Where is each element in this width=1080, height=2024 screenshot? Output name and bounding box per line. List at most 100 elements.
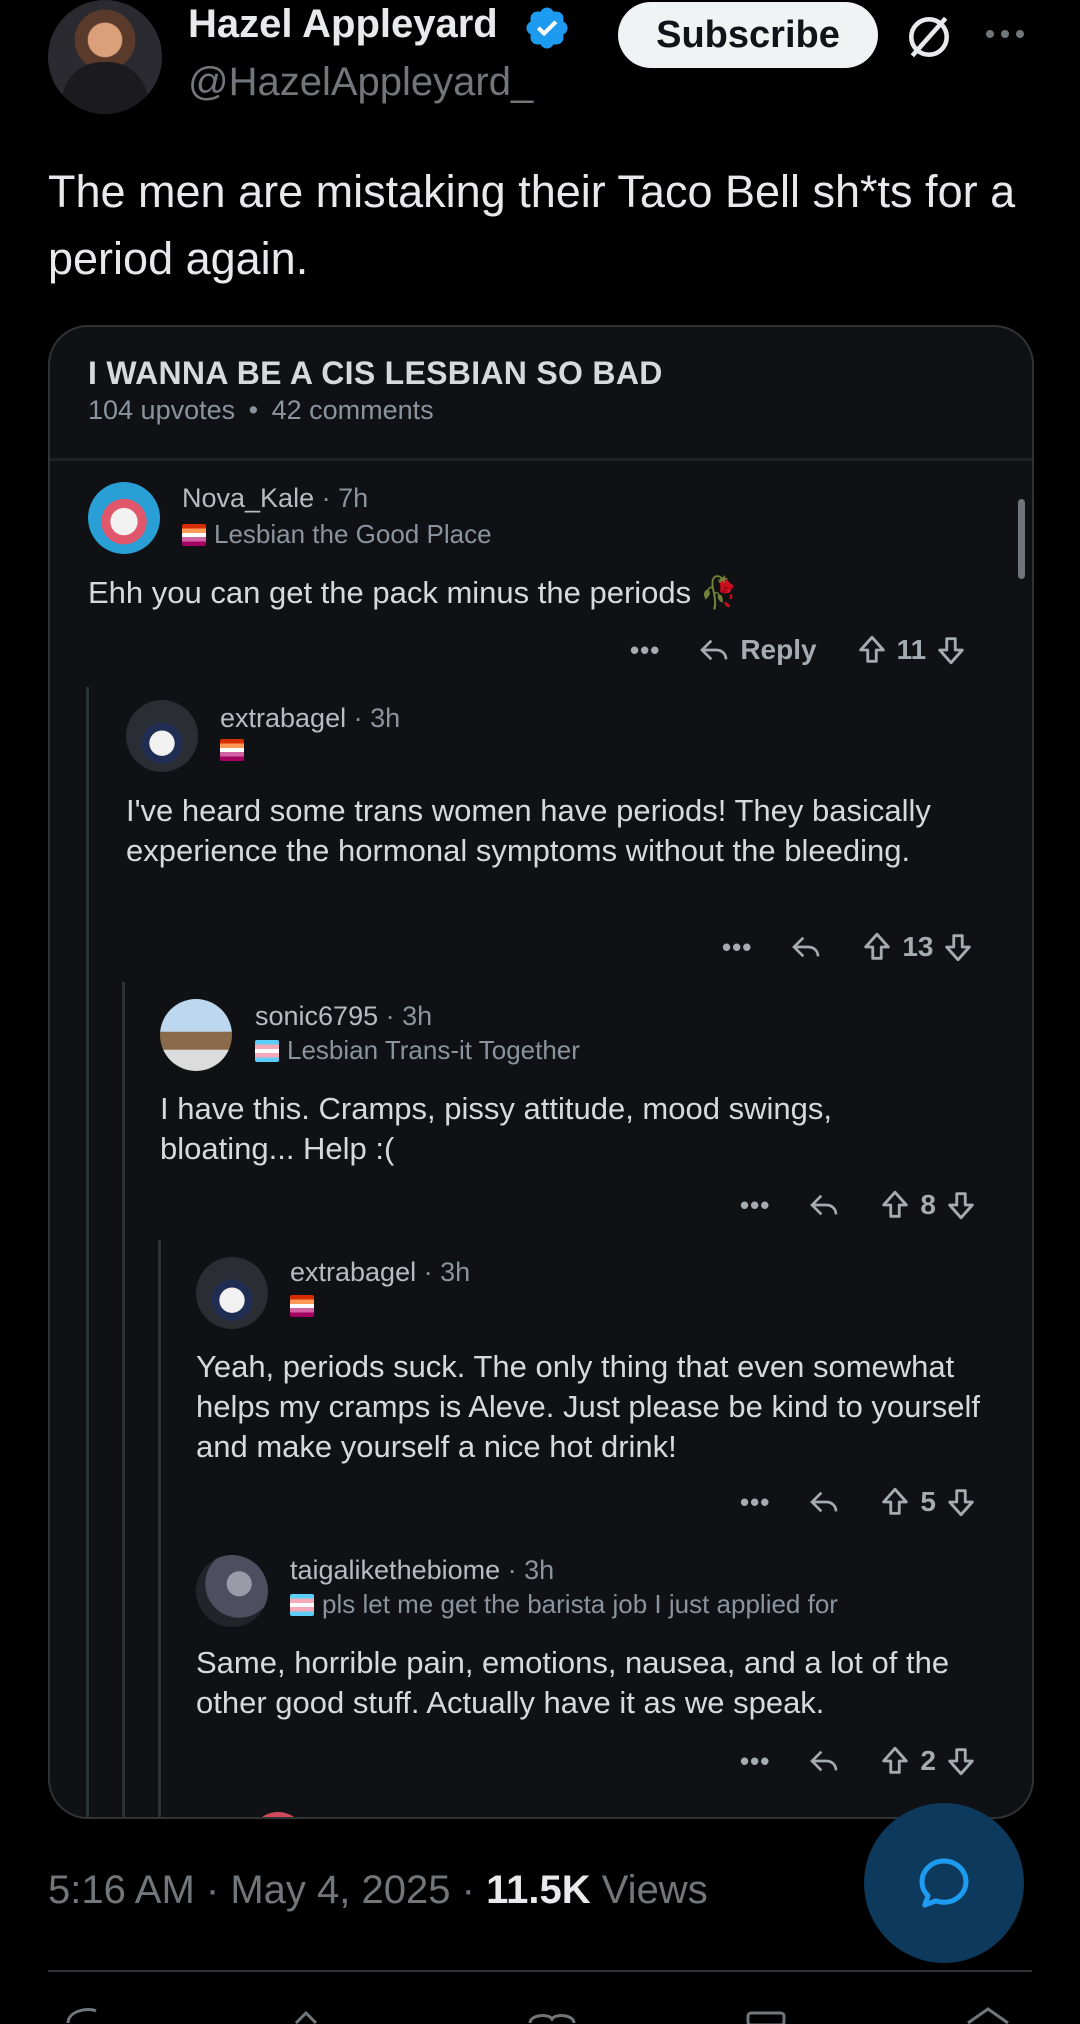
comment-body: I've heard some trans women have periods…	[126, 793, 931, 868]
lesbian-flag-icon	[220, 739, 244, 761]
commenter-avatar[interactable]	[88, 482, 160, 554]
user-flair: pls let me get the barista job I just ap…	[290, 1589, 838, 1620]
comment-actions: ••• Reply 11	[630, 630, 1010, 670]
comment-actions: ••• 5	[740, 1482, 1030, 1522]
more-options-icon[interactable]: •••	[740, 1487, 770, 1518]
subscribe-button[interactable]: Subscribe	[618, 2, 878, 68]
tweet-timestamp: 5:16 AM · May 4, 2025 · 11.5K Views	[48, 1868, 708, 1913]
downvote-icon[interactable]	[941, 930, 975, 964]
comment-username[interactable]: sonic6795	[255, 1001, 378, 1031]
views-label: Views	[601, 1868, 708, 1912]
commenter-avatar[interactable]	[196, 1257, 268, 1329]
reply-icon[interactable]	[806, 1189, 842, 1221]
user-flair: Lesbian the Good Place	[182, 519, 492, 550]
trans-flag-icon	[255, 1039, 279, 1062]
upvote-count: 104 upvotes	[88, 395, 236, 425]
comment-body: Same, horrible pain, emotions, nausea, a…	[196, 1645, 950, 1720]
user-flair	[290, 1295, 322, 1317]
author-avatar[interactable]	[48, 0, 162, 114]
comment-body: Ehh you can get the pack minus the perio…	[88, 575, 739, 610]
flair-text: Lesbian the Good Place	[214, 519, 492, 549]
reply-icon[interactable]	[788, 931, 824, 963]
lesbian-flag-icon	[182, 523, 206, 546]
comment-time: 3h	[370, 703, 401, 733]
vote-count: 13	[902, 931, 934, 962]
grok-icon[interactable]	[904, 12, 954, 62]
comment-count: 42 comments	[271, 395, 434, 425]
comment-username-line: extrabagel · 3h	[220, 703, 401, 733]
like-icon[interactable]	[528, 2014, 576, 2024]
vote-count: 11	[896, 634, 927, 665]
repost-icon[interactable]	[294, 2010, 318, 2024]
author-display-name[interactable]: Hazel Appleyard	[188, 2, 498, 47]
commenter-avatar[interactable]	[126, 700, 198, 772]
lesbian-flag-icon	[290, 1295, 314, 1317]
comment-time: 7h	[338, 483, 369, 513]
tweet-time[interactable]: 5:16 AM	[48, 1868, 195, 1912]
thread-line[interactable]	[122, 982, 125, 1817]
views-count: 11.5K	[486, 1868, 591, 1912]
thread-line[interactable]	[86, 687, 89, 1817]
upvote-icon[interactable]	[860, 930, 894, 964]
comment-username-line: Nova_Kale · 7h	[182, 483, 369, 513]
scrollbar[interactable]	[1018, 499, 1025, 579]
downvote-icon[interactable]	[944, 1744, 978, 1778]
comment-body: I have this. Cramps, pissy attitude, moo…	[160, 1091, 832, 1166]
tweet-date[interactable]: May 4, 2025	[230, 1868, 450, 1912]
upvote-icon[interactable]	[878, 1485, 912, 1519]
comment-body: Yeah, periods suck. The only thing that …	[196, 1349, 980, 1464]
comment-actions: ••• 8	[740, 1185, 1030, 1225]
reply-fab-button[interactable]	[864, 1803, 1024, 1963]
comment-time: 3h	[440, 1257, 471, 1287]
more-options-icon[interactable]	[980, 14, 1030, 54]
user-flair	[220, 739, 252, 761]
divider	[50, 458, 1032, 461]
more-options-icon[interactable]: •••	[740, 1190, 770, 1221]
comment-username-line: taigalikethebiome · 3h	[290, 1555, 555, 1585]
more-options-icon[interactable]: •••	[740, 1746, 770, 1777]
thread-line[interactable]	[158, 1240, 161, 1817]
reply-icon[interactable]	[696, 634, 732, 666]
author-handle[interactable]: @HazelAppleyard_	[188, 60, 533, 105]
comment-actions: ••• 2	[740, 1741, 1030, 1781]
vote-count: 8	[920, 1189, 936, 1220]
more-options-icon[interactable]: •••	[630, 635, 660, 666]
reply-button[interactable]: Reply	[740, 634, 816, 666]
reply-icon[interactable]	[806, 1486, 842, 1518]
trans-flag-icon	[290, 1593, 314, 1616]
vote-count: 5	[920, 1486, 936, 1517]
upvote-icon[interactable]	[878, 1744, 912, 1778]
downvote-icon[interactable]	[944, 1485, 978, 1519]
post-meta: 104 upvotes • 42 comments	[88, 395, 434, 426]
upvote-icon[interactable]	[855, 633, 889, 667]
commenter-avatar[interactable]	[160, 999, 232, 1071]
meta-separator: •	[248, 395, 259, 425]
comment-username-line: sonic6795 · 3h	[255, 1001, 433, 1031]
comment-actions: ••• 13	[722, 927, 1022, 967]
commenter-avatar[interactable]	[196, 1555, 268, 1627]
divider	[48, 1970, 1032, 1972]
action-bar	[48, 2005, 1032, 2024]
commenter-avatar[interactable]	[250, 1812, 306, 1817]
tweet-text: The men are mistaking their Taco Bell sh…	[48, 166, 1016, 284]
share-icon[interactable]	[967, 2007, 1009, 2024]
chat-bubble-icon	[919, 1858, 969, 1908]
comment-username[interactable]: extrabagel	[290, 1257, 416, 1287]
downvote-icon[interactable]	[934, 633, 968, 667]
comment-username[interactable]: extrabagel	[220, 703, 346, 733]
upvote-icon[interactable]	[878, 1188, 912, 1222]
comment-username[interactable]: taigalikethebiome	[290, 1555, 500, 1585]
more-options-icon[interactable]: •••	[722, 932, 752, 963]
comment-time: 3h	[524, 1555, 555, 1585]
comment-time: 3h	[402, 1001, 433, 1031]
reply-icon[interactable]	[806, 1745, 842, 1777]
embedded-reddit-screenshot[interactable]: I WANNA BE A CIS LESBIAN SO BAD 104 upvo…	[48, 325, 1034, 1819]
bookmark-icon[interactable]	[746, 2011, 786, 2024]
user-flair: Lesbian Trans-it Together	[255, 1035, 580, 1066]
downvote-icon[interactable]	[944, 1188, 978, 1222]
comment-username[interactable]: Nova_Kale	[182, 483, 314, 513]
flair-text: pls let me get the barista job I just ap…	[322, 1589, 838, 1619]
separator: ·	[461, 1868, 475, 1912]
reply-icon[interactable]	[66, 2008, 97, 2024]
comment-username-line: extrabagel · 3h	[290, 1257, 471, 1287]
